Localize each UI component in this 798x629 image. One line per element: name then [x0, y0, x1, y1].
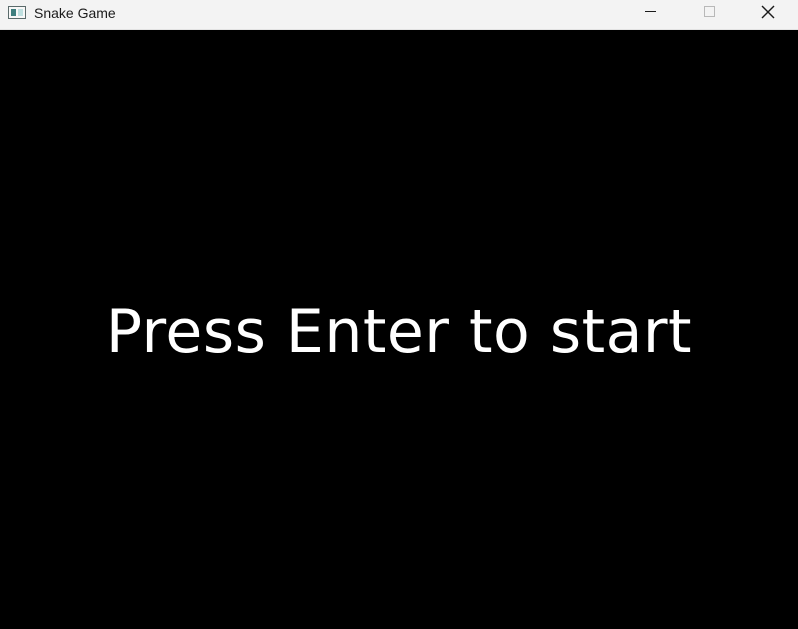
app-icon-right-pane — [18, 9, 23, 16]
minimize-icon — [645, 11, 656, 12]
close-icon — [761, 5, 775, 19]
title-bar[interactable]: Snake Game — [0, 0, 798, 30]
maximize-icon — [704, 6, 715, 17]
app-window-icon — [8, 6, 26, 19]
window-title: Snake Game — [34, 5, 116, 21]
maximize-button[interactable] — [686, 0, 732, 30]
start-prompt: Press Enter to start — [105, 297, 693, 367]
game-window: Snake Game Press Enter to start — [0, 0, 798, 629]
minimize-button[interactable] — [628, 0, 674, 30]
close-button[interactable] — [744, 0, 790, 30]
app-icon-left-pane — [11, 9, 16, 16]
game-canvas[interactable]: Press Enter to start — [0, 31, 798, 629]
